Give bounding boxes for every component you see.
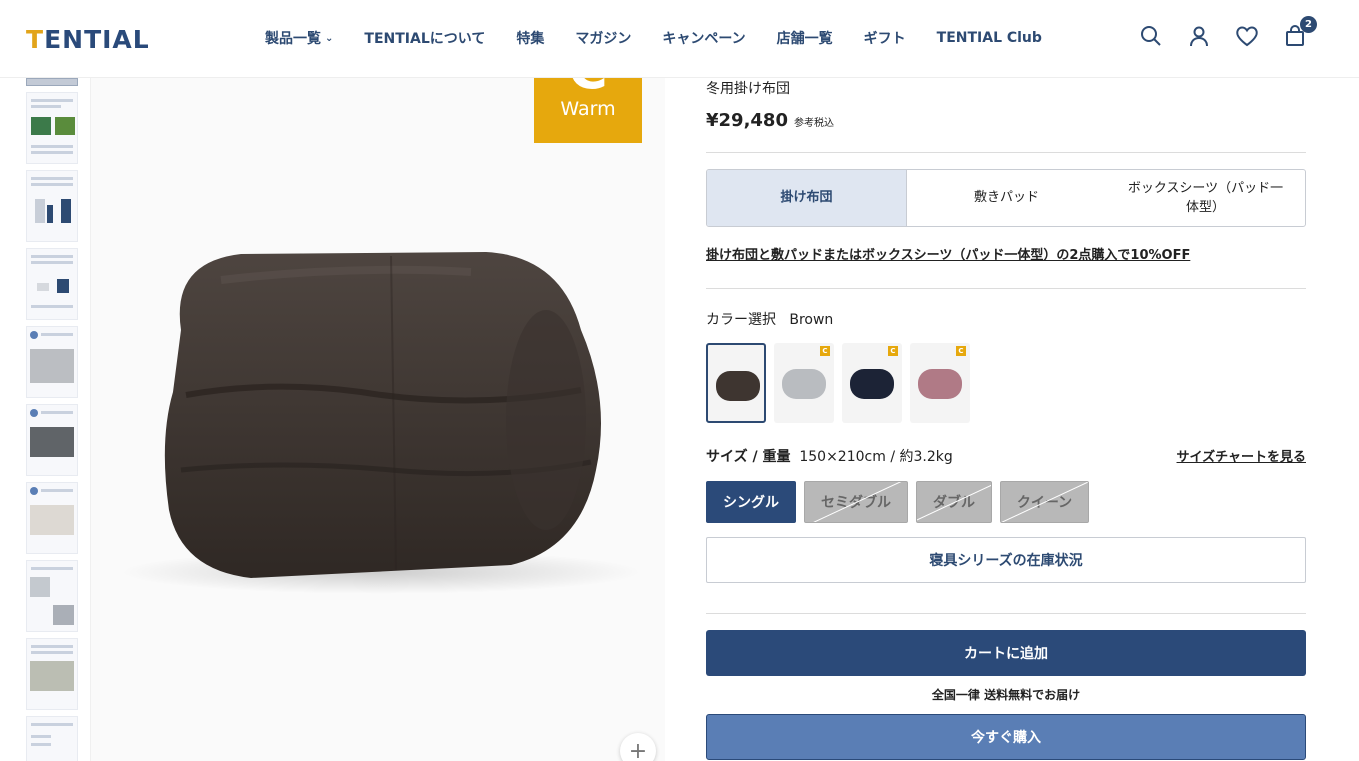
- thumbnail[interactable]: [26, 482, 78, 554]
- zoom-plus-icon[interactable]: +: [620, 733, 656, 761]
- warm-c-icon: C: [820, 346, 830, 356]
- size-double-button[interactable]: ダブル: [916, 481, 992, 523]
- thumbnail[interactable]: [26, 170, 78, 242]
- size-queen-button[interactable]: クイーン: [1000, 481, 1089, 523]
- swatch-navy[interactable]: C: [842, 343, 902, 423]
- tab-comforter[interactable]: 掛け布団: [707, 170, 907, 226]
- nav-item-features[interactable]: 特集: [516, 28, 544, 48]
- tab-pad[interactable]: 敷きパッド: [907, 170, 1106, 226]
- size-label: サイズ / 重量: [706, 449, 791, 465]
- thumbnail[interactable]: [26, 404, 78, 476]
- nav-item-stores[interactable]: 店舗一覧: [777, 28, 833, 48]
- header-actions: 2: [1139, 16, 1317, 48]
- bundle-discount-link[interactable]: 掛け布団と敷パッドまたはボックスシーツ（パッド一体型）の2点購入で10%OFF: [706, 244, 1190, 263]
- size-single-button[interactable]: シングル: [706, 481, 796, 523]
- size-semi-double-button[interactable]: セミダブル: [804, 481, 908, 523]
- free-shipping-note: 全国一律 送料無料でお届け: [931, 688, 1081, 702]
- nav-item-gift[interactable]: ギフト: [864, 28, 906, 48]
- swatch-pink[interactable]: C: [910, 343, 970, 423]
- thumbnail[interactable]: [26, 92, 78, 164]
- nav-item-magazine[interactable]: マガジン: [575, 28, 631, 48]
- divider: [706, 152, 1306, 153]
- tab-box-sheet[interactable]: ボックスシーツ（パッド一体型）: [1106, 170, 1305, 226]
- thumbnail[interactable]: [26, 78, 78, 86]
- price-row: ¥29,480 参考税込: [706, 110, 834, 131]
- nav-item-campaign[interactable]: キャンペーン: [662, 28, 745, 48]
- product-main-image[interactable]: C Warm +: [91, 0, 665, 761]
- product-type-tabs: 掛け布団 敷きパッド ボックスシーツ（パッド一体型）: [706, 169, 1306, 227]
- size-info-row: サイズ / 重量 150×210cm / 約3.2kg サイズチャートを見る: [706, 446, 1306, 466]
- color-selection-label: カラー選択 Brown: [706, 312, 834, 328]
- product-price: ¥29,480: [706, 110, 788, 131]
- size-value: 150×210cm / 約3.2kg: [799, 449, 953, 465]
- cart-count-badge: 2: [1300, 16, 1317, 33]
- add-to-cart-button[interactable]: カートに追加: [706, 630, 1306, 676]
- nav-item-about[interactable]: TENTIALについて: [364, 28, 485, 48]
- thumbnail[interactable]: [26, 560, 78, 632]
- stock-status-button[interactable]: 寝具シリーズの在庫状況: [706, 537, 1306, 583]
- nav-item-products[interactable]: 製品一覧 ⌄: [265, 28, 333, 48]
- selected-color-name: Brown: [789, 312, 834, 328]
- size-chart-link[interactable]: サイズチャートを見る: [1177, 446, 1306, 465]
- buy-now-button[interactable]: 今すぐ購入: [706, 714, 1306, 760]
- swatch-gray[interactable]: C: [774, 343, 834, 423]
- nav-item-club[interactable]: TENTIAL Club: [937, 28, 1042, 48]
- color-swatches: C C C: [706, 343, 970, 423]
- thumbnail[interactable]: [26, 248, 78, 320]
- divider: [706, 288, 1306, 289]
- warm-c-icon: C: [888, 346, 898, 356]
- thumbnail[interactable]: [26, 638, 78, 710]
- search-icon[interactable]: [1139, 24, 1163, 48]
- tential-logo[interactable]: TENTIAL: [26, 25, 150, 54]
- site-header: TENTIAL 製品一覧 ⌄ TENTIALについて 特集 マガジン キャンペーン…: [0, 0, 1359, 78]
- thumbnail[interactable]: [26, 716, 78, 761]
- chevron-down-icon: ⌄: [325, 32, 334, 44]
- thumbnail-strip[interactable]: [26, 0, 82, 761]
- swatch-brown[interactable]: [706, 343, 766, 423]
- divider: [706, 613, 1306, 614]
- tax-note: 参考税込: [793, 118, 834, 129]
- thumbnail[interactable]: [26, 326, 78, 398]
- cart-bag-icon[interactable]: 2: [1283, 16, 1317, 48]
- product-subtitle: 冬用掛け布団: [706, 81, 790, 97]
- size-options: シングル セミダブル ダブル クイーン: [706, 481, 1089, 523]
- warm-c-icon: C: [956, 346, 966, 356]
- favorite-heart-icon[interactable]: [1235, 24, 1259, 48]
- account-icon[interactable]: [1187, 24, 1211, 48]
- main-nav: 製品一覧 ⌄ TENTIALについて 特集 マガジン キャンペーン 店舗一覧 ギフ…: [265, 28, 1073, 48]
